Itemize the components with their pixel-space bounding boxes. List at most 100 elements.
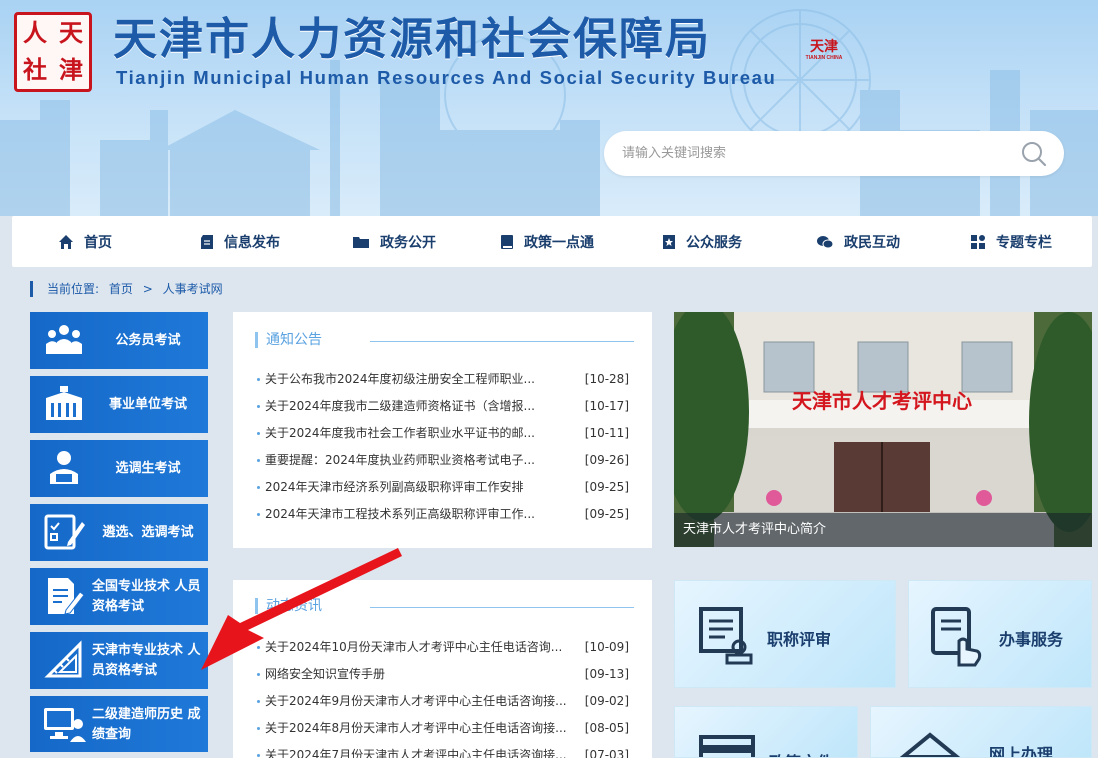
checklist-icon — [44, 514, 85, 550]
notice-title: 重要提醒：2024年度执业药师职业资格考试电子... — [265, 453, 535, 467]
notice-title: 关于2024年度我市二级建造师资格证书（含增报... — [265, 399, 535, 413]
news-title: 网络安全知识宣传手册 — [265, 667, 386, 681]
tile-online-handling[interactable]: 网上办理 — [870, 706, 1092, 758]
online-house-icon — [899, 732, 961, 757]
sidebar-item-label: 遴选、选调考试 — [102, 524, 194, 540]
ruler-triangle-icon — [44, 640, 82, 678]
breadcrumb-separator: > — [142, 282, 153, 296]
notices-heading: 通知公告 — [255, 332, 634, 348]
news-title: 关于2024年8月份天津市人才考评中心主任电话咨询接... — [265, 721, 567, 735]
news-date: [09-13] — [584, 667, 629, 681]
sidebar-item-tianjin-professional-exam[interactable]: 天津市专业技术 人员资格考试 — [30, 632, 208, 689]
document-icon — [201, 234, 213, 249]
news-title: 关于2024年7月份天津市人才考评中心主任电话咨询接... — [265, 748, 567, 758]
site-title: 天津市人力资源和社会保障局 — [113, 14, 711, 65]
grid-icon — [971, 234, 985, 249]
tianjin-china-badge: 天津 TIANJIN CHINA — [804, 40, 844, 86]
nav-item-label: 公众服务 — [686, 234, 742, 251]
news-row[interactable]: 关于2024年9月份天津市人才考评中心主任电话咨询接... [09-02] — [257, 691, 629, 711]
notice-date: [10-17] — [584, 399, 629, 413]
photo-sign-text: 天津市人才考评中心 — [792, 389, 972, 413]
sidebar-item-selection-exam[interactable]: 遴选、选调考试 — [30, 504, 208, 561]
sidebar-item-label: 二级建造师历史 成绩查询 — [92, 706, 201, 742]
photo-caption[interactable]: 天津市人才考评中心简介 — [674, 513, 1092, 547]
seal-char: 津 — [59, 55, 83, 84]
tile-label: 职称评审 — [767, 630, 832, 649]
search-icon[interactable] — [1020, 140, 1048, 168]
notice-row[interactable]: 2024年天津市经济系列副高级职称评审工作安排 [09-25] — [257, 477, 629, 497]
people-group-icon — [46, 325, 82, 354]
breadcrumb-home-link[interactable]: 首页 — [109, 282, 133, 296]
heading-rule — [370, 607, 634, 608]
nav-item-special-topics[interactable]: 专题专栏 — [970, 216, 1052, 267]
nav-item-interaction[interactable]: 政民互动 — [816, 216, 900, 267]
sidebar-item-selected-graduate-exam[interactable]: 选调生考试 — [30, 440, 208, 497]
notices-panel: 通知公告 关于公布我市2024年度初级注册安全工程师职业... [10-28] 关… — [233, 312, 652, 548]
sidebar-item-public-institution-exam[interactable]: 事业单位考试 — [30, 376, 208, 433]
talent-center-photo[interactable]: 天津市人才考评中心 天津市人才考评中心简介 — [674, 312, 1092, 547]
news-panel: 动态资讯 关于2024年10月份天津市人才考评中心主任电话咨询... [10-09… — [233, 580, 652, 758]
certificate-edit-icon — [48, 578, 85, 615]
notice-row[interactable]: 关于2024年度我市社会工作者职业水平证书的邮... [10-11] — [257, 423, 629, 443]
news-heading-text: 动态资讯 — [266, 598, 322, 614]
tile-policy-docs[interactable]: 政策文件 — [674, 706, 858, 758]
notice-date: [10-11] — [584, 426, 629, 440]
tile-title-review[interactable]: 职称评审 — [674, 580, 896, 688]
institution-icon — [46, 386, 82, 420]
badge-en: TIANJIN CHINA — [805, 55, 843, 61]
tile-label: 政策文件 — [769, 749, 833, 757]
notice-date: [10-28] — [584, 372, 629, 386]
seal-char: 社 — [23, 55, 47, 84]
nav-item-gov-affairs[interactable]: 政务公开 — [352, 216, 436, 267]
news-date: [08-05] — [584, 721, 629, 735]
tianjin-hrss-seal-logo: 人 天 社 津 — [14, 12, 92, 92]
sidebar-item-constructor-score-query[interactable]: 二级建造师历史 成绩查询 — [30, 696, 208, 752]
news-date: [07-03] — [584, 748, 629, 758]
news-row[interactable]: 网络安全知识宣传手册 [09-13] — [257, 664, 629, 684]
title-review-icon — [699, 607, 753, 665]
bookmark-icon — [663, 234, 675, 249]
notice-title: 关于2024年度我市社会工作者职业水平证书的邮... — [265, 426, 535, 440]
computer-user-icon — [44, 708, 86, 742]
service-hand-icon — [931, 607, 982, 667]
breadcrumb-prefix: 当前位置: — [47, 282, 100, 296]
notice-date: [09-25] — [584, 507, 629, 521]
notice-row[interactable]: 2024年天津市工程技术系列正高级职称评审工作... [09-25] — [257, 504, 629, 524]
tile-service[interactable]: 办事服务 — [908, 580, 1092, 688]
notices-heading-text: 通知公告 — [266, 332, 322, 348]
nav-item-public-service[interactable]: 公众服务 — [662, 216, 742, 267]
badge-chars: 天津 — [810, 39, 838, 55]
news-row[interactable]: 关于2024年7月份天津市人才考评中心主任电话咨询接... [07-03] — [257, 745, 629, 758]
breadcrumb: 当前位置: 首页 > 人事考试网 — [30, 281, 229, 297]
building-photo-illustration: 天津市人才考评中心 — [674, 312, 1092, 547]
notice-title: 2024年天津市经济系列副高级职称评审工作安排 — [265, 480, 524, 494]
sidebar-item-civil-servant-exam[interactable]: 公务员考试 — [30, 312, 208, 369]
nav-item-label: 专题专栏 — [996, 234, 1052, 251]
sidebar-item-national-professional-exam[interactable]: 全国专业技术 人员资格考试 — [30, 568, 208, 625]
site-subtitle: Tianjin Municipal Human Resources And So… — [116, 67, 777, 88]
nav-item-info-release[interactable]: 信息发布 — [200, 216, 280, 267]
search-input[interactable] — [622, 131, 1012, 176]
notice-date: [09-25] — [584, 480, 629, 494]
notice-title: 关于公布我市2024年度初级注册安全工程师职业... — [265, 372, 535, 386]
breadcrumb-current: 人事考试网 — [162, 282, 223, 296]
student-icon — [50, 451, 78, 484]
nav-item-label: 首页 — [84, 234, 112, 251]
sidebar-item-label: 事业单位考试 — [108, 396, 187, 412]
notice-title: 2024年天津市工程技术系列正高级职称评审工作... — [265, 507, 535, 521]
seal-char: 人 — [23, 18, 47, 47]
news-date: [09-02] — [584, 694, 629, 708]
notice-row[interactable]: 关于公布我市2024年度初级注册安全工程师职业... [10-28] — [257, 369, 629, 389]
nav-item-policy[interactable]: 政策一点通 — [500, 216, 594, 267]
news-heading: 动态资讯 — [255, 598, 634, 614]
nav-item-label: 政民互动 — [844, 234, 900, 251]
news-title: 关于2024年9月份天津市人才考评中心主任电话咨询接... — [265, 694, 567, 708]
policy-books-icon — [699, 735, 755, 757]
news-row[interactable]: 关于2024年8月份天津市人才考评中心主任电话咨询接... [08-05] — [257, 718, 629, 738]
tile-label: 办事服务 — [999, 630, 1064, 649]
nav-item-home[interactable]: 首页 — [58, 216, 112, 267]
main-nav: 首页 信息发布 政务公开 政策一点通 公众服务 政民互动 专题专栏 — [12, 216, 1092, 267]
notice-row[interactable]: 重要提醒：2024年度执业药师职业资格考试电子... [09-26] — [257, 450, 629, 470]
notice-row[interactable]: 关于2024年度我市二级建造师资格证书（含增报... [10-17] — [257, 396, 629, 416]
news-row[interactable]: 关于2024年10月份天津市人才考评中心主任电话咨询... [10-09] — [257, 637, 629, 657]
